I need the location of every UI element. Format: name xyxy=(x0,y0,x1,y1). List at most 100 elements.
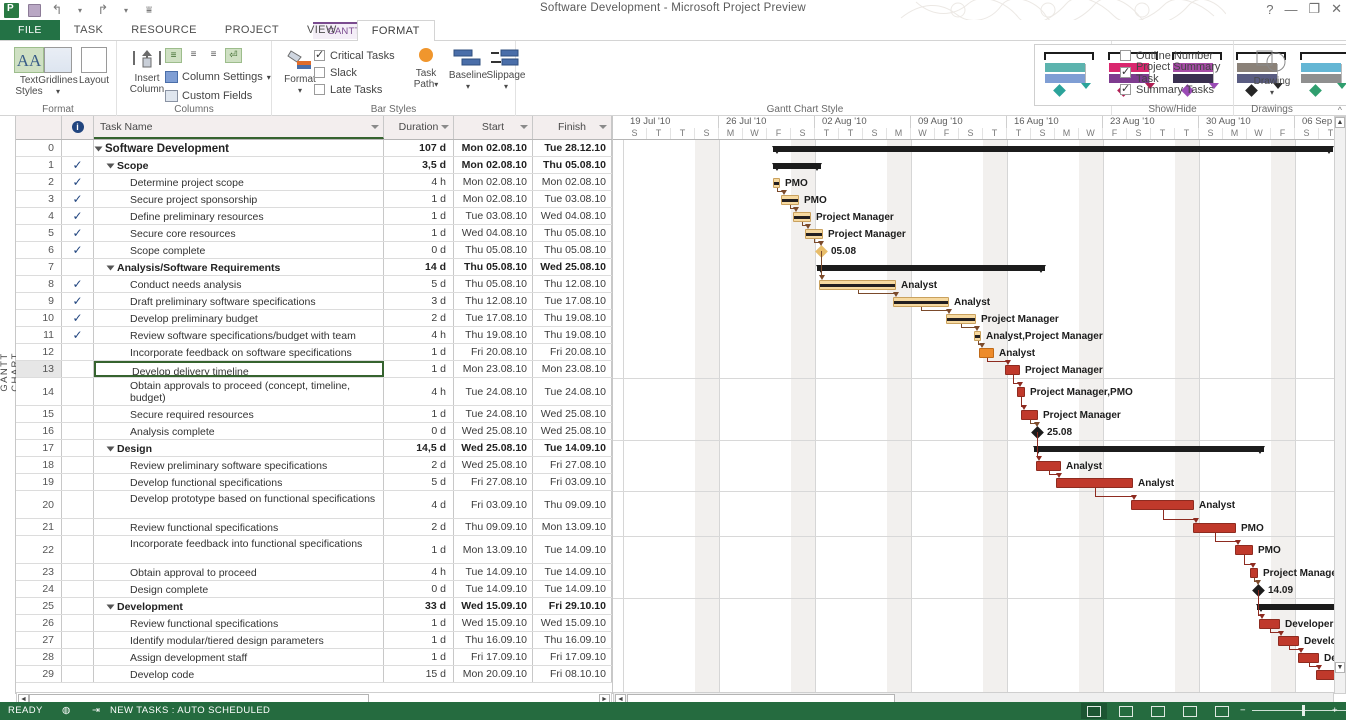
table-row[interactable]: 25 Development 33 d Wed 15.09.10 Fri 29.10.1… xyxy=(16,598,612,615)
row-indicator-cell[interactable] xyxy=(62,519,94,535)
table-row[interactable]: 22 Incorporate feedback into functional s… xyxy=(16,536,612,564)
finish-cell[interactable]: Fri 03.09.10 xyxy=(533,474,612,490)
row-id-cell[interactable]: 18 xyxy=(16,457,62,473)
finish-cell[interactable]: Wed 04.08.10 xyxy=(533,208,612,224)
table-row[interactable]: 0 Software Development 107 d Mon 02.08.10 Tu… xyxy=(16,140,612,157)
table-row[interactable]: 14 Obtain approvals to proceed (concept, … xyxy=(16,378,612,406)
task-name-cell[interactable]: Obtain approval to proceed xyxy=(94,564,384,580)
start-cell[interactable]: Wed 25.08.10 xyxy=(454,423,533,439)
row-id-cell[interactable]: 3 xyxy=(16,191,62,207)
start-cell[interactable]: Wed 25.08.10 xyxy=(454,440,533,456)
help-icon[interactable]: ? xyxy=(1266,2,1273,17)
row-indicator-cell[interactable]: ✓ xyxy=(62,191,94,207)
start-cell[interactable]: Tue 14.09.10 xyxy=(454,581,533,597)
start-cell[interactable]: Mon 02.08.10 xyxy=(454,174,533,190)
start-cell[interactable]: Mon 13.09.10 xyxy=(454,536,533,563)
row-id-cell[interactable]: 14 xyxy=(16,378,62,405)
start-cell[interactable]: Mon 23.08.10 xyxy=(454,361,533,377)
task-name-cell[interactable]: Review preliminary software specificatio… xyxy=(94,457,384,473)
start-cell[interactable]: Mon 20.09.10 xyxy=(454,666,533,682)
finish-cell[interactable]: Thu 05.08.10 xyxy=(533,242,612,258)
row-id-cell[interactable]: 0 xyxy=(16,140,62,156)
row-indicator-cell[interactable] xyxy=(62,457,94,473)
finish-cell[interactable]: Tue 03.08.10 xyxy=(533,191,612,207)
row-id-cell[interactable]: 29 xyxy=(16,666,62,682)
row-indicator-cell[interactable]: ✓ xyxy=(62,157,94,173)
tab-format[interactable]: FORMAT xyxy=(356,20,435,41)
finish-cell[interactable]: Fri 27.08.10 xyxy=(533,457,612,473)
table-row[interactable]: 10 ✓ Develop preliminary budget 2 d Tue 17.0… xyxy=(16,310,612,327)
layout-button[interactable]: Layout xyxy=(70,47,118,86)
tab-file[interactable]: FILE xyxy=(0,20,60,41)
task-name-cell[interactable]: Draft preliminary software specification… xyxy=(94,293,384,309)
row-id-cell[interactable]: 12 xyxy=(16,344,62,360)
checkbox-late-tasks[interactable]: Late Tasks xyxy=(314,81,395,98)
gantt-task-bar[interactable] xyxy=(1235,545,1253,555)
task-name-cell[interactable]: Software Development xyxy=(94,140,384,156)
align-center-icon[interactable]: ≡ xyxy=(185,48,202,63)
row-indicator-cell[interactable] xyxy=(62,474,94,490)
finish-cell[interactable]: Tue 14.09.10 xyxy=(533,440,612,456)
duration-cell[interactable]: 107 d xyxy=(384,140,454,156)
duration-cell[interactable]: 1 d xyxy=(384,406,454,422)
duration-cell[interactable]: 5 d xyxy=(384,474,454,490)
duration-cell[interactable]: 1 d xyxy=(384,344,454,360)
start-cell[interactable]: Fri 27.08.10 xyxy=(454,474,533,490)
task-path-button[interactable]: Task Path▾ xyxy=(402,48,450,90)
scroll-up-button[interactable]: ▲ xyxy=(1335,117,1345,128)
checkbox-project-summary-task[interactable]: Project Summary Task xyxy=(1120,61,1233,85)
gantt-chart[interactable]: 19 Jul '10 26 Jul '10 02 Aug '10 09 Aug '10… xyxy=(612,116,1334,694)
table-row[interactable]: 1 ✓ Scope 3,5 d Mon 02.08.10 Thu 05.08.10 xyxy=(16,157,612,174)
table-row[interactable]: 28 Assign development staff 1 d Fri 17.09.1… xyxy=(16,649,612,666)
table-row[interactable]: 2 ✓ Determine project scope 4 h Mon 02.08.10… xyxy=(16,174,612,191)
table-row[interactable]: 26 Review functional specifications 1 d Wed… xyxy=(16,615,612,632)
task-name-cell[interactable]: Review functional specifications xyxy=(94,519,384,535)
chevron-down-icon[interactable] xyxy=(441,125,449,129)
gantt-task-bar[interactable] xyxy=(1278,635,1299,646)
row-indicator-cell[interactable] xyxy=(62,564,94,580)
duration-cell[interactable]: 4 h xyxy=(384,327,454,343)
collapse-ribbon-icon[interactable]: ^ xyxy=(1338,105,1342,115)
row-id-cell[interactable]: 28 xyxy=(16,649,62,665)
minimize-button[interactable]: — xyxy=(1284,2,1297,17)
duration-cell[interactable]: 0 d xyxy=(384,423,454,439)
task-name-cell[interactable]: Review functional specifications xyxy=(94,615,384,631)
row-indicator-cell[interactable]: ✓ xyxy=(62,208,94,224)
duration-cell[interactable]: 0 d xyxy=(384,242,454,258)
finish-cell[interactable]: Mon 13.09.10 xyxy=(533,519,612,535)
duration-cell[interactable]: 1 d xyxy=(384,208,454,224)
expand-collapse-icon[interactable] xyxy=(94,146,103,152)
finish-cell[interactable]: Fri 08.10.10 xyxy=(533,666,612,682)
expand-collapse-icon[interactable] xyxy=(106,446,115,452)
finish-cell[interactable]: Wed 25.08.10 xyxy=(533,406,612,422)
task-name-cell[interactable]: Design xyxy=(94,440,384,456)
gantt-task-bar[interactable] xyxy=(1036,460,1061,471)
view-task-sheet-button[interactable] xyxy=(1113,703,1139,719)
expand-collapse-icon[interactable] xyxy=(106,604,115,610)
task-name-cell[interactable]: Develop prototype based on functional sp… xyxy=(94,491,384,518)
task-name-cell[interactable]: Develop functional specifications xyxy=(94,474,384,490)
gantt-plot-area[interactable]: PMO PMO Project Manager Project Manager 05.0… xyxy=(613,140,1334,694)
checkbox-slack[interactable]: Slack xyxy=(314,64,395,81)
task-name-cell[interactable]: Assign development staff xyxy=(94,649,384,665)
tab-task[interactable]: TASK xyxy=(60,20,118,41)
finish-cell[interactable]: Thu 12.08.10 xyxy=(533,276,612,292)
finish-cell[interactable]: Thu 05.08.10 xyxy=(533,225,612,241)
view-name-bar[interactable]: GANTT CHART xyxy=(0,116,21,694)
row-indicator-cell[interactable]: ✓ xyxy=(62,310,94,326)
row-indicator-cell[interactable] xyxy=(62,344,94,360)
gantt-task-bar[interactable] xyxy=(773,177,780,188)
duration-cell[interactable]: 2 d xyxy=(384,457,454,473)
row-id-cell[interactable]: 16 xyxy=(16,423,62,439)
vertical-scrollbar[interactable]: ▲ ▼ xyxy=(1334,116,1346,694)
checkbox-critical-tasks[interactable]: Critical Tasks xyxy=(314,47,395,64)
finish-cell[interactable]: Tue 14.09.10 xyxy=(533,536,612,563)
row-id-cell[interactable]: 10 xyxy=(16,310,62,326)
duration-cell[interactable]: 0 d xyxy=(384,581,454,597)
row-id-cell[interactable]: 8 xyxy=(16,276,62,292)
row-indicator-cell[interactable] xyxy=(62,581,94,597)
row-id-cell[interactable]: 27 xyxy=(16,632,62,648)
task-name-cell[interactable]: Analysis/Software Requirements xyxy=(94,259,384,275)
align-left-icon[interactable]: ≡ xyxy=(165,48,182,63)
row-indicator-cell[interactable] xyxy=(62,423,94,439)
